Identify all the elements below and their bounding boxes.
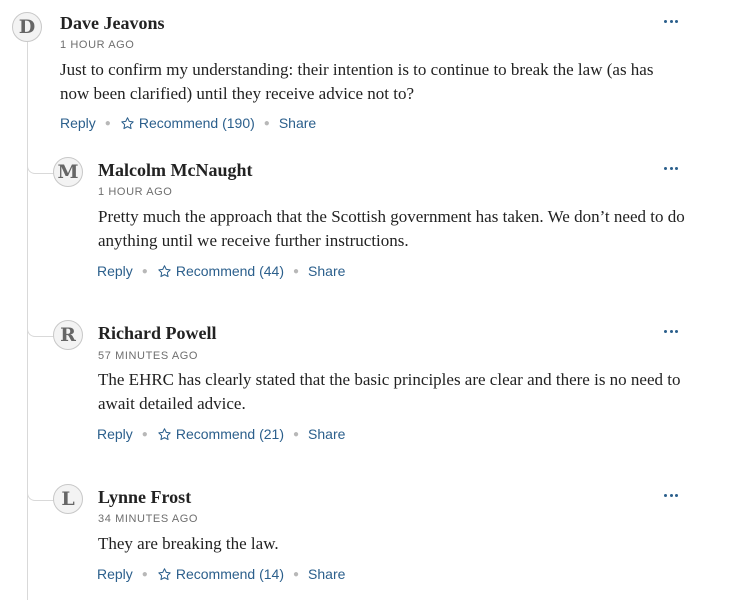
avatar[interactable]: M [53, 157, 83, 187]
share-button[interactable]: Share [308, 566, 345, 582]
recommend-button[interactable]: Recommend (44) [157, 263, 284, 279]
separator-dot: ● [141, 428, 148, 440]
comment-actions: Reply ● Recommend (21) ● Share [97, 426, 345, 442]
author-name[interactable]: Richard Powell [98, 323, 217, 344]
separator-dot: ● [141, 265, 148, 277]
comment-text: Just to confirm my understanding: their … [60, 60, 654, 103]
star-outline-icon [158, 567, 171, 580]
avatar[interactable]: L [53, 484, 83, 514]
separator-dot: ● [293, 265, 300, 277]
separator-dot: ● [104, 117, 111, 129]
star-outline-icon [158, 264, 171, 277]
author-name[interactable]: Malcolm McNaught [98, 160, 252, 181]
author-name[interactable]: Dave Jeavons [60, 13, 165, 34]
reply-button[interactable]: Reply [60, 115, 96, 131]
comment-actions: Reply ● Recommend (44) ● Share [97, 263, 345, 279]
share-button[interactable]: Share [279, 115, 316, 131]
star-outline-icon [158, 427, 171, 440]
comment-actions: Reply ● Recommend (190) ● Share [60, 115, 316, 131]
thread-branch [27, 486, 54, 501]
recommend-button[interactable]: Recommend (21) [157, 426, 284, 442]
separator-dot: ● [263, 117, 270, 129]
avatar[interactable]: R [53, 320, 83, 350]
separator-dot: ● [141, 568, 148, 580]
separator-dot: ● [293, 568, 300, 580]
comment-timestamp: 57 MINUTES AGO [98, 350, 199, 362]
recommend-button[interactable]: Recommend (14) [157, 566, 284, 582]
more-options-icon[interactable] [664, 167, 678, 173]
avatar[interactable]: D [12, 12, 42, 42]
comment-text: Pretty much the approach that the Scotti… [98, 207, 685, 250]
comment-text: They are breaking the law. [98, 534, 279, 553]
recommend-label: Recommend (44) [175, 263, 284, 279]
comment-timestamp: 1 HOUR AGO [98, 186, 173, 198]
reply-button[interactable]: Reply [97, 263, 133, 279]
share-button[interactable]: Share [308, 426, 345, 442]
more-options-icon[interactable] [664, 20, 678, 26]
reply-button[interactable]: Reply [97, 426, 133, 442]
recommend-button[interactable]: Recommend (190) [120, 115, 255, 131]
recommend-label: Recommend (21) [175, 426, 284, 442]
author-name[interactable]: Lynne Frost [98, 487, 191, 508]
recommend-label: Recommend (190) [138, 115, 255, 131]
separator-dot: ● [293, 428, 300, 440]
thread-branch [27, 159, 54, 174]
more-options-icon[interactable] [664, 330, 678, 336]
more-options-icon[interactable] [664, 494, 678, 500]
thread-line [27, 42, 28, 600]
comment-actions: Reply ● Recommend (14) ● Share [97, 566, 345, 582]
comment-timestamp: 34 MINUTES AGO [98, 513, 199, 525]
comment-timestamp: 1 HOUR AGO [60, 39, 135, 51]
reply-button[interactable]: Reply [97, 566, 133, 582]
thread-branch [27, 322, 54, 337]
comment-text: The EHRC has clearly stated that the bas… [98, 370, 681, 413]
star-outline-icon [121, 116, 134, 129]
recommend-label: Recommend (14) [175, 566, 284, 582]
share-button[interactable]: Share [308, 263, 345, 279]
